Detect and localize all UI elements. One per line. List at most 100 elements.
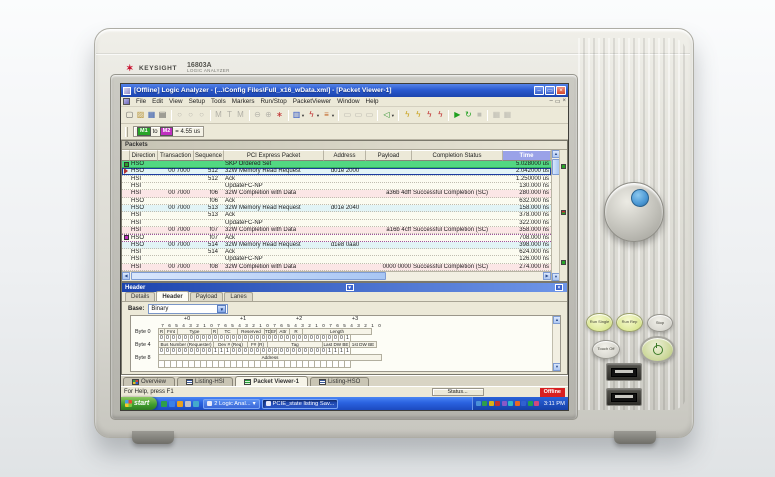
packet-row[interactable]: HSI512Ack1.250000 us [122, 176, 551, 183]
toolbar-grip[interactable] [125, 127, 128, 137]
column-header-payload[interactable]: Payload [366, 150, 412, 161]
marker-m2-icon[interactable] [124, 235, 129, 240]
scroll-left-arrow[interactable]: ◀ [122, 272, 130, 280]
packet-row[interactable]: HSOf07Ack708.000 ns [122, 234, 551, 241]
packet-row[interactable]: HSO00 700051432W Memory Read Requestd1e8… [122, 242, 551, 249]
mdi-minimize-button[interactable]: – [549, 98, 552, 105]
packet-row[interactable]: HSI513Ack378.000 ns [122, 212, 551, 219]
sound-icon[interactable]: ◁ [381, 110, 391, 121]
menu-tools[interactable]: Tools [208, 98, 229, 105]
restore-button[interactable]: ▭ [545, 86, 555, 95]
minimize-button[interactable]: – [534, 86, 544, 95]
task-button-2[interactable]: PCIE_state listing Sav... [262, 399, 339, 409]
tray-icon-4[interactable] [495, 401, 500, 406]
hscroll-thumb[interactable] [131, 272, 386, 280]
quick-launch-icon-2[interactable] [169, 401, 175, 407]
analysis-2-icon[interactable]: ϟ [413, 110, 423, 121]
tray-icon-10[interactable] [534, 401, 539, 406]
markers-icon[interactable]: ∗ [275, 110, 285, 121]
chevron-down-icon[interactable]: ▼ [301, 113, 305, 118]
print-icon[interactable]: ▤ [158, 110, 168, 121]
packet-row[interactable]: HSI514Ack624.000 ns [122, 249, 551, 256]
menu-markers[interactable]: Markers [229, 98, 258, 105]
packet-row[interactable]: HSOf06Ack632.000 ns [122, 198, 551, 205]
tray-icon-7[interactable] [515, 401, 520, 406]
save-icon[interactable]: ▦ [147, 110, 157, 121]
column-header-pciexpresspacket[interactable]: PCI Express Packet [224, 150, 324, 161]
packet-row[interactable]: HSIUpdateFC-NP322.000 ns [122, 220, 551, 227]
analysis-3-icon[interactable]: ϟ [424, 110, 434, 121]
usb-port-top[interactable] [606, 363, 642, 381]
close-button[interactable]: × [556, 86, 566, 95]
packet-row[interactable]: HSI00 7000f0632W Completion with Dataa36… [122, 190, 551, 197]
tray-icon-3[interactable] [489, 401, 494, 406]
overview-marker-m2-icon[interactable] [561, 260, 566, 265]
packet-row[interactable]: HSIUpdateFC-NP130.000 ns [122, 183, 551, 190]
overlay-icon[interactable]: ≡ [321, 110, 331, 121]
column-header-address[interactable]: Address [324, 150, 366, 161]
scroll-right-arrow[interactable]: ▶ [543, 272, 551, 280]
open-file-icon[interactable]: ▨ [136, 110, 146, 121]
quick-launch-icon-4[interactable] [185, 401, 191, 407]
start-button[interactable]: start [121, 397, 157, 410]
header-panel-titlebar[interactable]: Header ▾ × [122, 283, 567, 292]
new-file-icon[interactable]: ▢ [125, 110, 135, 121]
analysis-4-icon[interactable]: ϟ [435, 110, 445, 121]
marker-distance-chip[interactable]: M1 to M2 = 4.55 us [133, 126, 204, 137]
status-button[interactable]: Status... [432, 388, 484, 396]
packet-row[interactable]: HSO00 700051332W Memory Read Requestd01e… [122, 205, 551, 212]
tray-icon-6[interactable] [508, 401, 513, 406]
header-panel-close-button[interactable]: × [555, 284, 563, 291]
menu-window[interactable]: Window [334, 98, 362, 105]
menu-file[interactable]: File [133, 98, 149, 105]
run-single-button[interactable]: Run Single [586, 313, 613, 332]
tab-header[interactable]: Header [156, 291, 188, 301]
chevron-down-icon[interactable]: ▼ [316, 113, 320, 118]
run-icon[interactable]: ▶ [452, 110, 462, 121]
header-panel-menu-button[interactable]: ▾ [346, 284, 354, 291]
column-header-transaction[interactable]: Transaction [158, 150, 194, 161]
menu-setup[interactable]: Setup [186, 98, 208, 105]
window-titlebar[interactable]: [Offline] Logic Analyzer - [...\Config F… [121, 84, 568, 97]
run-repetitive-icon[interactable]: ↻ [463, 110, 473, 121]
packets-vertical-scrollbar[interactable]: ▲ ▼ [551, 150, 559, 281]
chevron-down-icon[interactable]: ▼ [331, 113, 335, 118]
base-select[interactable]: Binary ▼ [148, 304, 228, 314]
tray-icon-9[interactable] [528, 401, 533, 406]
quick-launch-icon-3[interactable] [177, 401, 183, 407]
menu-help[interactable]: Help [363, 98, 382, 105]
touch-off-button[interactable]: Touch Off [592, 340, 620, 359]
chevron-down-icon[interactable]: ▼ [217, 305, 226, 313]
packet-row[interactable]: HSIUpdateFC-NP126.000 ns [122, 256, 551, 263]
bottom-tab-listinghso[interactable]: Listing-HSO [310, 377, 369, 386]
packets-panel-title[interactable]: Packets [122, 141, 567, 150]
column-header-sequence[interactable]: Sequence [194, 150, 224, 161]
tab-payload[interactable]: Payload [190, 292, 224, 301]
bus-setup-icon[interactable]: ▥ [292, 110, 302, 121]
tray-icon-5[interactable] [502, 401, 507, 406]
menu-packetviewer[interactable]: PacketViewer [290, 98, 334, 105]
quick-launch-icon-1[interactable] [161, 401, 167, 407]
quick-launch-icon-5[interactable] [193, 401, 199, 407]
packet-row[interactable]: HSI00 7000f0832W Completion with Data000… [122, 264, 551, 271]
packets-horizontal-scrollbar[interactable]: ◀ ▶ [122, 271, 551, 280]
column-header-completionstatus[interactable]: Completion Status [412, 150, 503, 161]
bottom-tab-packetviewer1[interactable]: Packet Viewer-1 [235, 376, 308, 386]
bottom-tab-overview[interactable]: Overview [123, 377, 175, 386]
menu-edit[interactable]: Edit [149, 98, 166, 105]
bit-scroll-up-arrow[interactable]: ▲ [553, 316, 561, 324]
stop-button[interactable]: Stop [647, 314, 673, 332]
menu-runstop[interactable]: Run/Stop [257, 98, 289, 105]
bit-table-scrollbar[interactable]: ▲ ▼ [552, 316, 560, 371]
bit-scroll-down-arrow[interactable]: ▼ [553, 363, 561, 371]
run-rep-button[interactable]: Run Rep [616, 313, 643, 332]
tab-lanes[interactable]: Lanes [224, 292, 252, 301]
bottom-tab-listinghsi[interactable]: Listing-HSI [177, 377, 233, 386]
packet-row[interactable]: HSO00 700051232W Memory Read Requestd01e… [122, 168, 551, 175]
marker-m1-icon[interactable] [124, 162, 129, 167]
analysis-1-icon[interactable]: ϟ [402, 110, 412, 121]
column-header-direction[interactable]: Direction [130, 150, 158, 161]
menu-view[interactable]: View [166, 98, 186, 105]
overview-trigger-icon[interactable] [561, 210, 566, 215]
power-button[interactable] [640, 336, 675, 363]
